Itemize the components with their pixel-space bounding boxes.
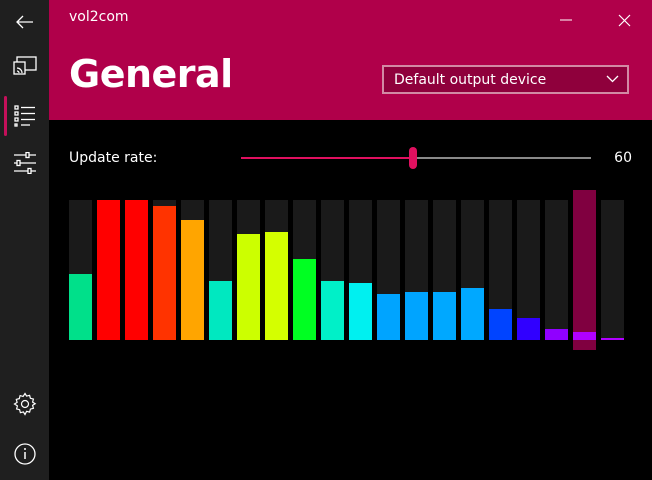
spectrum-bar-slot bbox=[461, 200, 484, 340]
close-button[interactable] bbox=[601, 0, 647, 40]
back-button[interactable] bbox=[0, 0, 49, 44]
content: Update rate: 60 bbox=[49, 120, 652, 480]
close-icon bbox=[618, 14, 630, 26]
back-icon bbox=[15, 15, 33, 29]
spectrum-bar-slot bbox=[405, 200, 428, 340]
nav-item-general[interactable] bbox=[0, 94, 49, 138]
sliders-icon bbox=[13, 152, 36, 174]
spectrum-bar bbox=[321, 281, 344, 340]
output-device-value: Default output device bbox=[394, 71, 547, 88]
spectrum-bar-slot bbox=[265, 200, 288, 340]
spectrum-bar-slot bbox=[153, 200, 176, 340]
spectrum-bar bbox=[125, 200, 148, 340]
app-title: vol2com bbox=[69, 9, 129, 25]
spectrum-bar-slot bbox=[349, 200, 372, 340]
minimize-button[interactable] bbox=[543, 0, 589, 40]
spectrum-bar-slot bbox=[601, 200, 624, 340]
spectrum-bar bbox=[405, 292, 428, 340]
spectrum-bar bbox=[377, 294, 400, 340]
slider-fill bbox=[241, 157, 413, 159]
spectrum-bar-slot bbox=[545, 200, 568, 340]
spectrum-bar bbox=[461, 288, 484, 340]
spectrum-bar bbox=[601, 338, 624, 340]
spectrum-bar-slot bbox=[209, 200, 232, 340]
spectrum-bar bbox=[153, 206, 176, 340]
update-rate-slider[interactable] bbox=[241, 143, 591, 173]
spectrum-bar bbox=[265, 232, 288, 340]
minimize-icon bbox=[560, 19, 572, 21]
about-button[interactable] bbox=[0, 432, 49, 476]
spectrum-bar bbox=[489, 309, 512, 340]
spectrum-bar-slot bbox=[573, 190, 596, 350]
spectrum-bar-slot bbox=[293, 200, 316, 340]
spectrum-bar-slot bbox=[97, 200, 120, 340]
spectrum-bar-slot bbox=[181, 200, 204, 340]
spectrum-bar bbox=[237, 234, 260, 340]
spectrum-bar-slot bbox=[517, 200, 540, 340]
update-rate-value: 60 bbox=[614, 150, 632, 166]
page-title: General bbox=[69, 52, 233, 96]
spectrum-bar-slot bbox=[237, 200, 260, 340]
settings-button[interactable] bbox=[0, 382, 49, 426]
update-rate-label: Update rate: bbox=[69, 150, 158, 166]
spectrum-bar bbox=[545, 329, 568, 340]
spectrum-bar-slot bbox=[433, 200, 456, 340]
spectrum-bar bbox=[97, 200, 120, 340]
gear-icon bbox=[12, 392, 36, 416]
spectrum-bar-slot bbox=[69, 200, 92, 340]
spectrum-bar bbox=[433, 292, 456, 340]
spectrum-bar bbox=[209, 281, 232, 340]
output-device-select[interactable]: Default output device bbox=[382, 65, 629, 94]
info-icon bbox=[13, 443, 36, 465]
nav-item-output[interactable] bbox=[0, 44, 49, 88]
spectrum-bar bbox=[69, 274, 92, 340]
spectrum-bar bbox=[349, 283, 372, 340]
spectrum-bar-slot bbox=[377, 200, 400, 340]
cast-icon bbox=[12, 56, 37, 75]
sidebar bbox=[0, 0, 49, 480]
spectrum-bar bbox=[573, 332, 596, 340]
header: vol2com General Default output device bbox=[49, 0, 652, 120]
spectrum-bar-slot bbox=[125, 200, 148, 340]
chevron-down-icon bbox=[606, 75, 619, 83]
spectrum-bar-slot bbox=[321, 200, 344, 340]
nav-item-effects[interactable] bbox=[0, 141, 49, 185]
spectrum-bar-slot bbox=[489, 200, 512, 340]
spectrum-bar bbox=[517, 318, 540, 340]
spectrum-bar bbox=[293, 259, 316, 340]
spectrum-visualizer bbox=[69, 190, 625, 350]
list-icon bbox=[13, 105, 35, 127]
slider-thumb[interactable] bbox=[409, 147, 417, 169]
spectrum-bar bbox=[181, 220, 204, 340]
